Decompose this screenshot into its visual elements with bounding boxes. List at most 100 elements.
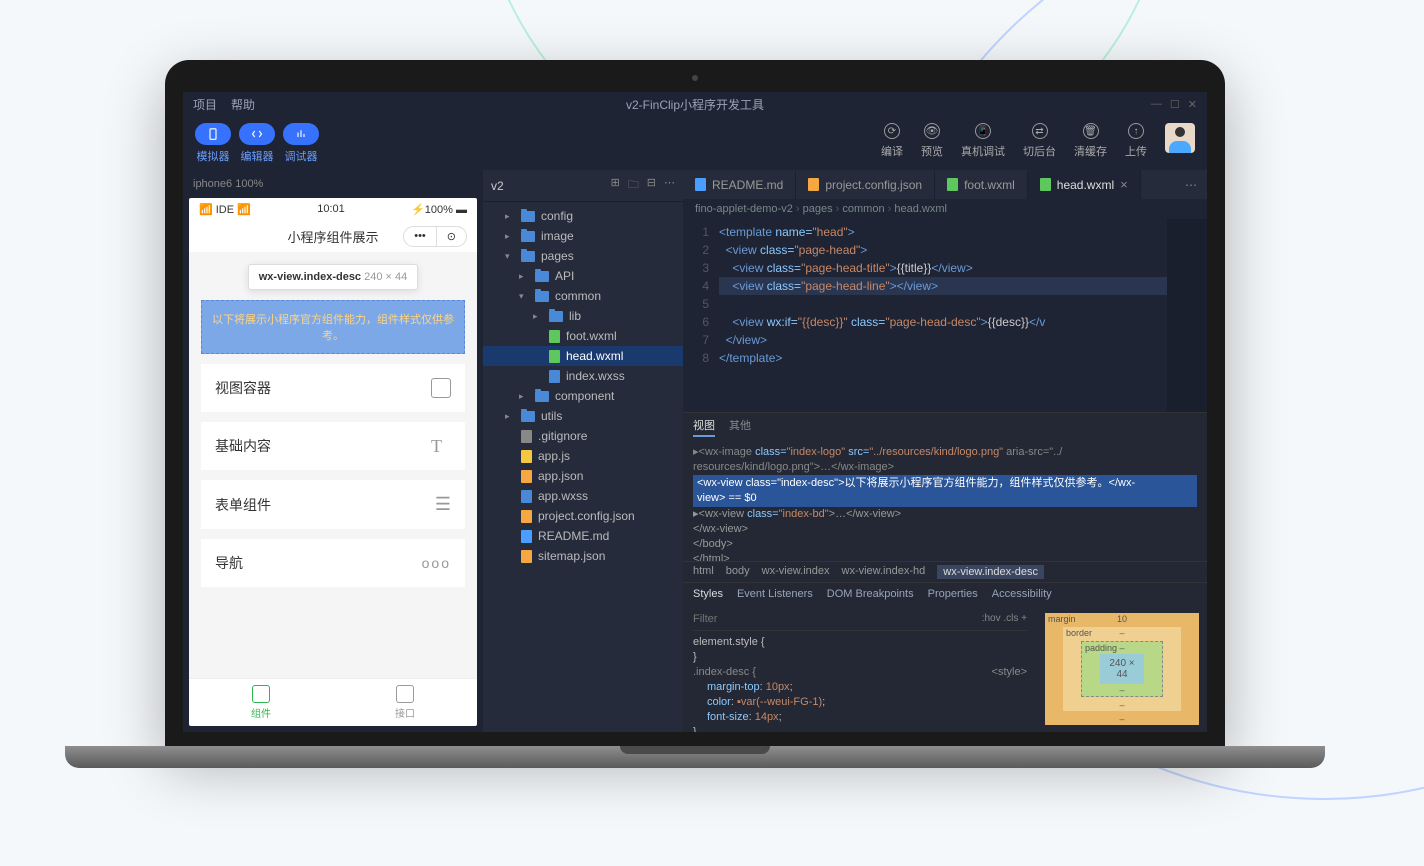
wxss-icon	[549, 370, 560, 383]
wxml-icon	[549, 330, 560, 343]
tree-file[interactable]: sitemap.json	[483, 546, 683, 566]
list-item[interactable]: 视图容器	[201, 364, 465, 412]
background-button[interactable]: ⇄切后台	[1023, 123, 1056, 159]
tab-projconfig[interactable]: project.config.json	[796, 171, 935, 199]
folder-icon	[535, 271, 549, 282]
crumb-item[interactable]: wx-view.index-desc	[937, 565, 1044, 579]
app-title: 小程序组件展示	[287, 227, 378, 246]
tab-readme[interactable]: README.md	[683, 171, 796, 199]
tree-folder[interactable]: ▾common	[483, 286, 683, 306]
preview-button[interactable]: 👁预览	[921, 123, 943, 159]
json-icon	[521, 470, 532, 483]
tree-folder[interactable]: ▸component	[483, 386, 683, 406]
json-icon	[808, 178, 819, 191]
tree-folder[interactable]: ▸API	[483, 266, 683, 286]
folder-icon	[521, 211, 535, 222]
titlebar: 项目 帮助 v2-FinClip小程序开发工具 — ☐ ✕	[183, 92, 1207, 117]
capsule-close[interactable]: ⊙	[437, 227, 466, 246]
tabbar-api[interactable]: 接口	[333, 679, 477, 726]
list-item[interactable]: 基础内容T	[201, 422, 465, 470]
styles-tab[interactable]: Properties	[928, 588, 978, 600]
menu-help[interactable]: 帮助	[231, 96, 255, 113]
crumb-item[interactable]: body	[726, 565, 750, 579]
crumb-item[interactable]: html	[693, 565, 714, 579]
code-editor[interactable]: 12345678 <template name="head"> <view cl…	[683, 219, 1207, 412]
selected-element[interactable]: 以下将展示小程序官方组件能力，组件样式仅供参考。	[201, 300, 465, 354]
tree-folder[interactable]: ▾pages	[483, 246, 683, 266]
dom-breadcrumb: html body wx-view.index wx-view.index-hd…	[683, 561, 1207, 582]
tree-file[interactable]: project.config.json	[483, 506, 683, 526]
editor-button[interactable]	[239, 123, 275, 145]
tree-folder[interactable]: ▸config	[483, 206, 683, 226]
status-time: 10:01	[317, 203, 345, 216]
folder-icon	[521, 251, 535, 262]
tree-folder[interactable]: ▸lib	[483, 306, 683, 326]
close-tab-icon[interactable]: ×	[1120, 177, 1128, 192]
tree-file[interactable]: app.json	[483, 466, 683, 486]
simulator-label: 模拟器	[197, 148, 230, 164]
styles-tab[interactable]: DOM Breakpoints	[827, 588, 914, 600]
styles-filter-input[interactable]	[693, 613, 982, 625]
crumb-item[interactable]: wx-view.index	[762, 565, 830, 579]
tree-file[interactable]: head.wxml	[483, 346, 683, 366]
camera-dot	[692, 75, 698, 81]
tree-file[interactable]: app.wxss	[483, 486, 683, 506]
tree-file[interactable]: .gitignore	[483, 426, 683, 446]
box-model: margin 10 border – padding – 240 × 44 – …	[1037, 605, 1207, 732]
styles-tab[interactable]: Styles	[693, 588, 723, 600]
code-content[interactable]: <template name="head"> <view class="page…	[719, 219, 1167, 412]
folder-icon	[549, 311, 563, 322]
tabs-more-icon[interactable]: ⋯	[1175, 178, 1207, 192]
styles-tab[interactable]: Accessibility	[992, 588, 1052, 600]
simulator-panel: iphone6 100% 📶 IDE 📶 10:01 ⚡100% ▬ 小程序组件…	[183, 170, 483, 732]
tab-head[interactable]: head.wxml×	[1028, 170, 1141, 199]
close-icon[interactable]: ✕	[1188, 98, 1197, 111]
debugger-button[interactable]	[283, 123, 319, 145]
clear-cache-button[interactable]: 🗑清缓存	[1074, 123, 1107, 159]
hov-cls-buttons[interactable]: :hov .cls +	[982, 611, 1027, 626]
simulator-info: iphone6 100%	[189, 176, 477, 198]
toolbar: 模拟器 编辑器 调试器 ⟳编译 👁预览 📱真机调试 ⇄切后台 🗑清缓存 ↑上传	[183, 117, 1207, 170]
text-icon: T	[431, 436, 451, 456]
list-item[interactable]: 导航ooo	[201, 539, 465, 587]
tab-foot[interactable]: foot.wxml	[935, 171, 1028, 199]
tree-file[interactable]: index.wxss	[483, 366, 683, 386]
folder-icon	[521, 231, 535, 242]
tree-file[interactable]: README.md	[483, 526, 683, 546]
phone-simulator: 📶 IDE 📶 10:01 ⚡100% ▬ 小程序组件展示 ••• ⊙ wx-v…	[189, 198, 477, 726]
simulator-button[interactable]	[195, 123, 231, 145]
file-explorer: v2 ⊞ 🗀 ⊟ ⋯ ▸config ▸image ▾pages ▸API ▾c…	[483, 170, 683, 732]
tree-folder[interactable]: ▸image	[483, 226, 683, 246]
md-icon	[695, 178, 706, 191]
tree-more-icon[interactable]: ⋯	[664, 176, 675, 195]
minimap[interactable]	[1167, 219, 1207, 412]
upload-button[interactable]: ↑上传	[1125, 123, 1147, 159]
inspect-tooltip: wx-view.index-desc 240 × 44	[248, 264, 419, 290]
list-item[interactable]: 表单组件☰	[201, 480, 465, 529]
tab-bar: README.md project.config.json foot.wxml …	[683, 170, 1207, 199]
devtools-tab-view[interactable]: 视图	[693, 417, 715, 437]
remote-debug-button[interactable]: 📱真机调试	[961, 123, 1005, 159]
devtools-tab-other[interactable]: 其他	[729, 417, 751, 437]
crumb-item[interactable]: wx-view.index-hd	[842, 565, 926, 579]
menu-project[interactable]: 项目	[193, 96, 217, 113]
tabbar-component[interactable]: 组件	[189, 679, 333, 726]
wxml-icon	[947, 178, 958, 191]
avatar[interactable]	[1165, 123, 1195, 153]
collapse-icon[interactable]: ⊟	[647, 176, 656, 195]
capsule-menu[interactable]: •••	[404, 227, 437, 246]
dom-tree[interactable]: ▸<wx-image class="index-logo" src="../re…	[683, 441, 1207, 561]
new-folder-icon[interactable]: 🗀	[628, 176, 639, 195]
new-file-icon[interactable]: ⊞	[611, 176, 620, 195]
tree-file[interactable]: app.js	[483, 446, 683, 466]
js-icon	[521, 450, 532, 463]
editor-label: 编辑器	[241, 148, 274, 164]
tree-file[interactable]: foot.wxml	[483, 326, 683, 346]
tree-folder[interactable]: ▸utils	[483, 406, 683, 426]
project-root: v2	[491, 179, 504, 193]
minimize-icon[interactable]: —	[1151, 98, 1162, 111]
styles-rules[interactable]: :hov .cls + element.style { } .index-des…	[683, 605, 1037, 732]
styles-tab[interactable]: Event Listeners	[737, 588, 813, 600]
maximize-icon[interactable]: ☐	[1170, 98, 1180, 111]
compile-button[interactable]: ⟳编译	[881, 123, 903, 159]
